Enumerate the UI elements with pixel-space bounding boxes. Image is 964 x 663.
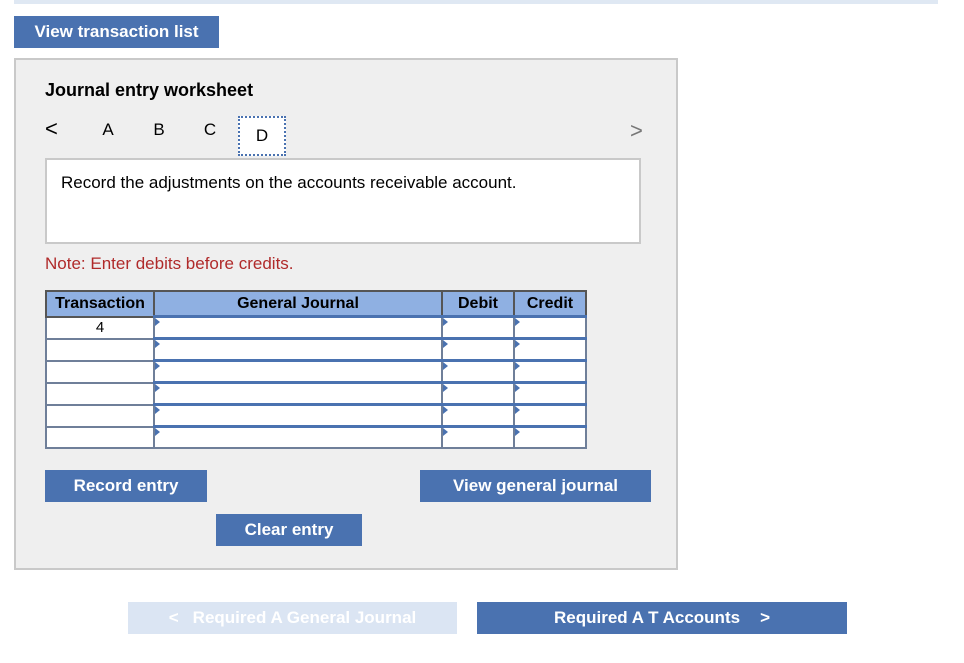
- credit-input[interactable]: [513, 315, 587, 340]
- debit-input[interactable]: [441, 425, 515, 449]
- clear-entry-button[interactable]: Clear entry: [216, 514, 362, 546]
- header-debit: Debit: [441, 290, 515, 318]
- general-journal-input[interactable]: [153, 337, 443, 362]
- debit-input[interactable]: [441, 403, 515, 428]
- credit-input[interactable]: [513, 403, 587, 428]
- next-tab-arrow-icon[interactable]: >: [630, 118, 643, 144]
- view-transaction-list-button[interactable]: View transaction list: [14, 16, 219, 48]
- transaction-cell[interactable]: [45, 337, 155, 362]
- journal-entry-worksheet-panel: Journal entry worksheet < A B C D > Reco…: [14, 58, 678, 570]
- header-transaction: Transaction: [45, 290, 155, 318]
- next-required-button[interactable]: Required A T Accounts >: [477, 602, 847, 634]
- table-row: [45, 381, 587, 406]
- chevron-left-icon: <: [168, 608, 179, 627]
- table-row: [45, 337, 587, 362]
- journal-table: Transaction General Journal Debit Credit…: [45, 290, 587, 449]
- credit-input[interactable]: [513, 381, 587, 406]
- credit-input[interactable]: [513, 337, 587, 362]
- credit-input[interactable]: [513, 359, 587, 384]
- table-row: 4: [45, 315, 587, 340]
- table-row: [45, 425, 587, 449]
- tab-a[interactable]: A: [95, 120, 121, 140]
- worksheet-title: Journal entry worksheet: [45, 80, 254, 100]
- table-row: [45, 403, 587, 428]
- general-journal-input[interactable]: [153, 359, 443, 384]
- debit-input[interactable]: [441, 315, 515, 340]
- debits-note: Note: Enter debits before credits.: [45, 254, 294, 273]
- chevron-right-icon: >: [760, 608, 770, 627]
- prev-required-label: Required A General Journal: [192, 608, 417, 627]
- transaction-cell[interactable]: [45, 425, 155, 449]
- debit-input[interactable]: [441, 381, 515, 406]
- next-required-label: Required A T Accounts: [553, 608, 741, 627]
- view-general-journal-button[interactable]: View general journal: [420, 470, 651, 502]
- header-credit: Credit: [513, 290, 587, 318]
- prev-required-button: < Required A General Journal: [128, 602, 457, 634]
- prev-tab-arrow-icon[interactable]: <: [45, 116, 58, 142]
- debit-input[interactable]: [441, 359, 515, 384]
- header-general-journal: General Journal: [153, 290, 443, 318]
- debit-input[interactable]: [441, 337, 515, 362]
- transaction-cell[interactable]: 4: [45, 315, 155, 340]
- top-divider: [14, 0, 938, 4]
- instruction-box: Record the adjustments on the accounts r…: [45, 158, 641, 244]
- general-journal-input[interactable]: [153, 381, 443, 406]
- tab-b[interactable]: B: [146, 120, 172, 140]
- general-journal-input[interactable]: [153, 315, 443, 340]
- transaction-cell[interactable]: [45, 403, 155, 428]
- tab-c[interactable]: C: [197, 120, 223, 140]
- transaction-cell[interactable]: [45, 381, 155, 406]
- credit-input[interactable]: [513, 425, 587, 449]
- general-journal-input[interactable]: [153, 425, 443, 449]
- table-row: [45, 359, 587, 384]
- general-journal-input[interactable]: [153, 403, 443, 428]
- record-entry-button[interactable]: Record entry: [45, 470, 207, 502]
- transaction-cell[interactable]: [45, 359, 155, 384]
- tab-d[interactable]: D: [238, 116, 286, 156]
